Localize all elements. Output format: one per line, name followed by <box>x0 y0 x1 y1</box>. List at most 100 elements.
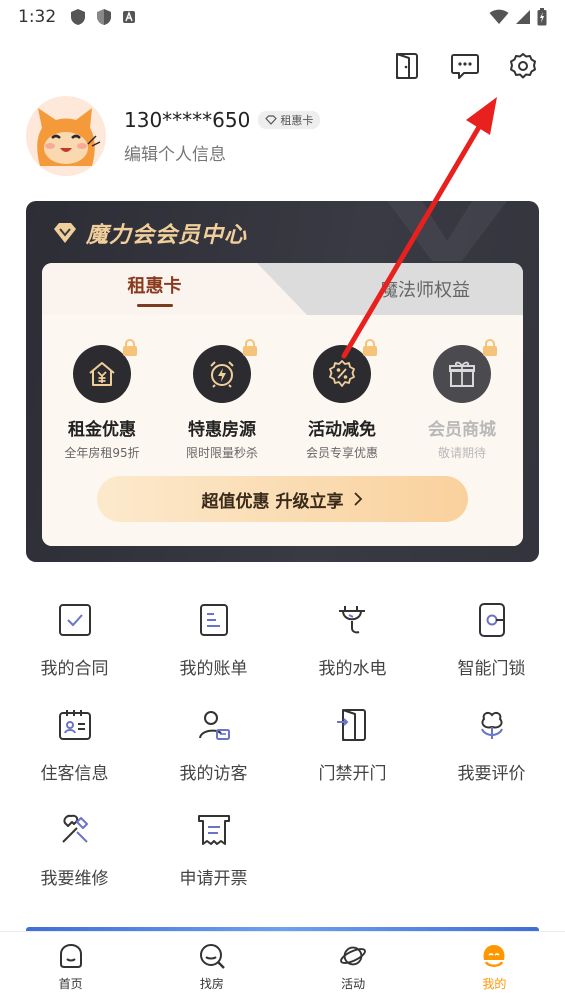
planet-icon <box>340 946 367 966</box>
bill-icon <box>199 604 228 636</box>
nav-icon <box>57 942 85 970</box>
service-label: 我要评价 <box>457 764 526 784</box>
member-center-card: 魔力会会员中心 租惠卡 魔法师权益 租金优惠 全年房租95折 特惠房源 限时限量… <box>26 201 539 562</box>
status-time: 1:32 <box>18 7 57 27</box>
nav-find-house[interactable]: 找房 <box>141 932 282 1004</box>
service-tenant-info[interactable]: 住客信息 <box>5 705 144 810</box>
lock-icon <box>483 339 497 356</box>
benefit-rent-discount[interactable]: 租金优惠 全年房租95折 <box>42 339 162 461</box>
discount-badge-icon <box>329 360 355 387</box>
benefits-row: 租金优惠 全年房租95折 特惠房源 限时限量秒杀 活动减免 会员专享优惠 会员商… <box>42 339 523 461</box>
benefit-desc: 敬请期待 <box>437 446 486 460</box>
service-smart-lock[interactable]: 智能门锁 <box>422 600 561 705</box>
tab-magician-rights[interactable]: 魔法师权益 <box>307 263 523 315</box>
service-repair[interactable]: 我要维修 <box>5 810 144 915</box>
service-icon <box>55 600 95 640</box>
bottom-nav: 首页 找房 活动 我的 <box>0 931 565 1004</box>
member-benefits-panel: 租惠卡 魔法师权益 租金优惠 全年房租95折 特惠房源 限时限量秒杀 活动减免 … <box>42 263 523 546</box>
settings-button[interactable] <box>507 50 539 82</box>
status-notification-icons <box>70 8 136 26</box>
shield-half-icon <box>97 9 112 25</box>
service-my-visitor[interactable]: 我的访客 <box>144 705 283 810</box>
benefit-name: 活动减免 <box>308 420 376 440</box>
member-center-title-label: 魔力会会员中心 <box>86 223 248 248</box>
nav-label: 活动 <box>341 977 366 991</box>
nav-home[interactable]: 首页 <box>0 932 141 1004</box>
message-button[interactable] <box>449 50 481 82</box>
gold-diamond-icon <box>54 223 76 243</box>
nav-mine[interactable]: 我的 <box>424 932 565 1004</box>
repair-tools-icon <box>61 814 88 843</box>
benefit-icon-circle <box>433 339 497 403</box>
service-icon <box>472 600 512 640</box>
member-tabs: 租惠卡 魔法师权益 <box>42 263 523 315</box>
benefit-special-listings[interactable]: 特惠房源 限时限量秒杀 <box>162 339 282 461</box>
flower-review-icon <box>480 711 503 739</box>
status-system-icons <box>489 8 547 26</box>
lock-icon <box>243 339 257 356</box>
phone-number: 130*****650 <box>124 107 251 132</box>
benefit-name: 特惠房源 <box>188 420 256 440</box>
app-a-icon <box>123 11 136 23</box>
tab-rent-card-label: 租惠卡 <box>127 275 182 297</box>
service-icon <box>194 705 234 745</box>
service-icon <box>333 600 373 640</box>
door-access-icon <box>336 709 366 741</box>
alarm-clock-flash-icon <box>210 361 234 388</box>
battery-charging-icon <box>537 8 547 26</box>
utility-plug-icon <box>338 606 365 634</box>
exit-door-button[interactable] <box>391 50 423 82</box>
service-review[interactable]: 我要评价 <box>422 705 561 810</box>
service-invoice[interactable]: 申请开票 <box>144 810 283 915</box>
benefit-desc: 会员专享优惠 <box>305 446 378 460</box>
tenant-info-icon <box>58 710 91 740</box>
services-row: 我的合同 我的账单 我的水电 智能门锁 <box>0 600 565 705</box>
service-icon <box>55 705 95 745</box>
service-label: 申请开票 <box>179 869 248 889</box>
nav-icon <box>339 942 367 970</box>
tab-rent-card[interactable]: 租惠卡 <box>42 263 307 315</box>
contract-check-icon <box>58 604 91 636</box>
nav-label: 首页 <box>58 977 83 991</box>
member-card-badge: 租惠卡 <box>258 110 321 129</box>
services-row: 住客信息 我的访客 门禁开门 我要评价 <box>0 705 565 810</box>
benefit-activity-discount[interactable]: 活动减免 会员专享优惠 <box>282 339 402 461</box>
service-label: 门禁开门 <box>318 764 387 784</box>
member-center-title[interactable]: 魔力会会员中心 <box>52 217 247 249</box>
service-door-access[interactable]: 门禁开门 <box>283 705 422 810</box>
avatar[interactable] <box>26 96 106 176</box>
benefit-name: 租金优惠 <box>68 420 136 440</box>
diamond-icon <box>265 114 277 125</box>
gear-icon <box>510 53 536 79</box>
service-label: 住客信息 <box>40 764 109 784</box>
nav-label: 我的 <box>482 977 507 991</box>
wifi-icon <box>489 9 509 24</box>
benefit-icon-circle <box>73 339 137 403</box>
nav-label: 找房 <box>199 977 224 991</box>
benefit-icon-circle <box>313 339 377 403</box>
chevron-right-icon <box>354 492 363 506</box>
service-label: 我的水电 <box>318 659 387 679</box>
service-my-bill[interactable]: 我的账单 <box>144 600 283 705</box>
service-label: 我要维修 <box>40 869 109 889</box>
edit-profile-link[interactable]: 编辑个人信息 <box>124 140 320 165</box>
nav-icon <box>198 942 226 970</box>
benefit-name: 会员商城 <box>428 420 496 440</box>
nav-activity[interactable]: 活动 <box>283 932 424 1004</box>
service-my-contract[interactable]: 我的合同 <box>5 600 144 705</box>
top-toolbar <box>391 50 539 82</box>
chat-bubble-icon <box>451 54 479 79</box>
visitor-icon <box>198 711 230 740</box>
upgrade-button[interactable]: 超值优惠 升级立享 <box>97 476 468 522</box>
benefit-member-mall[interactable]: 会员商城 敬请期待 <box>402 339 522 461</box>
benefit-desc: 限时限量秒杀 <box>185 446 258 460</box>
decorative-v-icon <box>387 201 507 261</box>
cat-mascot-avatar-icon <box>37 108 101 166</box>
service-my-utilities[interactable]: 我的水电 <box>283 600 422 705</box>
status-bar: 1:32 <box>0 0 565 34</box>
search-icon <box>199 944 225 969</box>
phone-row: 130*****650 租惠卡 <box>124 107 321 132</box>
profile-header[interactable]: 130*****650 租惠卡 编辑个人信息 <box>26 96 321 176</box>
service-label: 智能门锁 <box>457 659 526 679</box>
service-icon <box>55 810 95 850</box>
